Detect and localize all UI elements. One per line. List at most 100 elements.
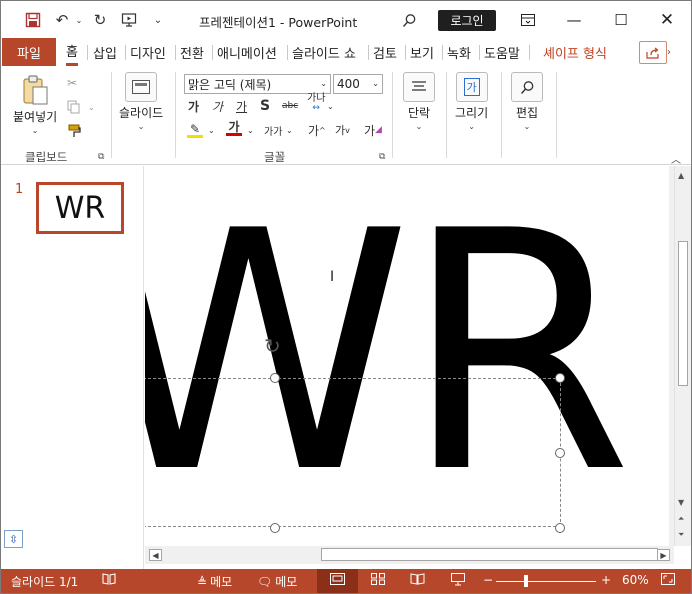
notes-button[interactable]: ≜ 메모 xyxy=(197,573,232,590)
change-case-button[interactable]: 가가 xyxy=(264,121,282,139)
present-icon[interactable] xyxy=(119,10,139,30)
copy-dropdown-icon[interactable]: ⌄ xyxy=(88,98,95,116)
clipboard-launcher-icon[interactable]: ⧉ xyxy=(98,152,104,162)
font-launcher-icon[interactable]: ⧉ xyxy=(379,152,385,162)
selection-box[interactable] xyxy=(145,378,561,527)
editing-label: 편집 xyxy=(515,106,539,120)
font-color-button[interactable]: 가 xyxy=(226,119,242,137)
highlight-button[interactable]: ✎ xyxy=(187,121,203,139)
vertical-scroll-thumb[interactable] xyxy=(678,241,688,386)
undo-dropdown-icon[interactable]: ⌄ xyxy=(69,10,89,30)
comment-icon: 🗨 xyxy=(257,574,273,589)
scroll-right-icon[interactable]: ▶ xyxy=(657,549,670,561)
tab-slideshow[interactable]: 슬라이드 쇼 xyxy=(292,38,356,66)
font-name-combo[interactable]: 맑은 고딕 (제목) ⌄ xyxy=(184,74,331,94)
editing-button[interactable]: 편집 ⌄ xyxy=(511,72,543,131)
scroll-down-icon[interactable]: ▼ xyxy=(678,498,684,507)
tab-review[interactable]: 검토 xyxy=(373,38,397,66)
shrink-font-button[interactable]: 가v xyxy=(335,121,350,139)
font-size-value: 400 xyxy=(337,77,360,91)
login-button[interactable]: 로그인 xyxy=(438,10,496,31)
clear-format-button[interactable]: 가 ◢ xyxy=(364,121,382,139)
notes-label: 메모 xyxy=(210,575,233,589)
chevron-down-icon[interactable]: ⌄ xyxy=(208,121,215,139)
horizontal-scroll-thumb[interactable] xyxy=(321,548,658,561)
tabs-scroll-right-icon[interactable]: › xyxy=(667,47,671,58)
zoom-slider-thumb[interactable] xyxy=(524,575,528,587)
maximize-icon[interactable]: ☐ xyxy=(606,7,636,33)
vertical-scrollbar[interactable]: ▲ ▼ ⏶ ⏷ xyxy=(674,166,691,546)
caret-up-icon: ^ xyxy=(319,125,326,135)
resize-handle-top-right[interactable] xyxy=(555,373,565,383)
slide-sorter-icon[interactable] xyxy=(371,573,385,585)
fit-to-window-icon[interactable] xyxy=(661,573,675,585)
drawing-button[interactable]: 가 그리기 ⌄ xyxy=(455,72,488,131)
tab-help[interactable]: 도움말 xyxy=(484,38,520,66)
accessibility-icon[interactable] xyxy=(102,573,116,585)
slide[interactable]: WR I ↻ xyxy=(145,166,669,546)
share-button[interactable] xyxy=(639,41,667,64)
resize-handle-top[interactable] xyxy=(270,373,280,383)
slideshow-icon[interactable] xyxy=(451,573,465,586)
fit-slide-icon[interactable]: ⇳ xyxy=(4,530,23,548)
rotate-handle-icon[interactable]: ↻ xyxy=(264,334,281,358)
new-slide-button[interactable]: 슬라이드 ⌄ xyxy=(119,72,163,131)
resize-handle-right[interactable] xyxy=(555,448,565,458)
zoom-in-button[interactable]: + xyxy=(601,573,611,587)
copy-icon[interactable] xyxy=(67,98,81,116)
minimize-icon[interactable]: — xyxy=(559,7,589,33)
chevron-down-icon[interactable]: ⌄ xyxy=(247,121,254,139)
close-icon[interactable]: ✕ xyxy=(652,7,682,33)
thumbnail-text: WR xyxy=(54,190,106,226)
resize-handle-bottom[interactable] xyxy=(270,523,280,533)
bold-button[interactable]: 가 xyxy=(188,97,199,115)
char-spacing-button[interactable]: 가나 ↔ xyxy=(307,93,325,112)
strikethrough-button[interactable]: abc xyxy=(282,97,298,115)
horizontal-scrollbar[interactable]: ◀ ▶ xyxy=(145,546,674,564)
comments-button[interactable]: 🗨 메모 xyxy=(257,573,297,590)
zoom-level[interactable]: 60% xyxy=(622,573,649,587)
next-slide-icon[interactable]: ⏷ xyxy=(678,530,684,540)
redo-icon[interactable]: ↻ xyxy=(90,10,110,30)
slide-thumbnail[interactable]: WR xyxy=(36,182,124,234)
tab-record[interactable]: 녹화 xyxy=(447,38,471,66)
scroll-left-icon[interactable]: ◀ xyxy=(149,549,162,561)
status-bar: 슬라이드 1/1 ≜ 메모 🗨 메모 − + 60% xyxy=(1,569,691,593)
shadow-button[interactable]: S xyxy=(260,97,270,115)
customize-icon[interactable]: ⌄ xyxy=(148,10,168,30)
format-painter-icon[interactable] xyxy=(67,122,82,140)
tab-design[interactable]: 디자인 xyxy=(130,38,166,66)
italic-button[interactable]: 가 xyxy=(212,97,223,115)
ribbon-tabs: 파일 홈 삽입 디자인 전환 애니메이션 슬라이드 쇼 검토 보기 녹화 도움말… xyxy=(1,38,691,66)
slide-info[interactable]: 슬라이드 1/1 xyxy=(11,573,78,590)
slide-canvas[interactable]: WR I ↻ xyxy=(145,166,675,546)
reading-view-icon[interactable] xyxy=(410,573,425,585)
search-icon[interactable] xyxy=(399,10,419,30)
grow-font-button[interactable]: 가 ^ xyxy=(308,121,326,139)
tab-transitions[interactable]: 전환 xyxy=(180,38,204,66)
previous-slide-icon[interactable]: ⏶ xyxy=(678,514,684,524)
zoom-out-button[interactable]: − xyxy=(483,573,493,587)
caret-down-icon: v xyxy=(345,125,350,135)
underline-button[interactable]: 가 xyxy=(236,97,247,115)
scroll-up-icon[interactable]: ▲ xyxy=(678,171,684,180)
paste-button[interactable]: 붙여넣기 ⌄ xyxy=(13,74,57,135)
chevron-down-icon[interactable]: ⌄ xyxy=(286,121,293,139)
save-icon[interactable] xyxy=(23,10,43,30)
tab-home[interactable]: 홈 xyxy=(66,38,78,66)
tab-animations[interactable]: 애니메이션 xyxy=(217,38,277,66)
slide-number: 1 xyxy=(15,182,24,197)
tab-view[interactable]: 보기 xyxy=(410,38,434,66)
chevron-down-icon[interactable]: ⌄ xyxy=(327,97,334,115)
tab-insert[interactable]: 삽입 xyxy=(93,38,117,66)
ribbon-display-icon[interactable] xyxy=(513,7,543,33)
font-size-combo[interactable]: 400 ⌄ xyxy=(333,74,383,94)
tab-shape-format[interactable]: 셰이프 형식 xyxy=(543,38,607,66)
group-separator xyxy=(111,72,112,158)
resize-handle-bottom-right[interactable] xyxy=(555,523,565,533)
zoom-slider-track[interactable] xyxy=(496,581,596,582)
cut-icon[interactable]: ✂ xyxy=(67,74,77,92)
tab-file[interactable]: 파일 xyxy=(2,38,56,66)
collapse-ribbon-icon[interactable]: ︿ xyxy=(671,151,681,166)
paragraph-button[interactable]: 단락 ⌄ xyxy=(403,72,435,131)
